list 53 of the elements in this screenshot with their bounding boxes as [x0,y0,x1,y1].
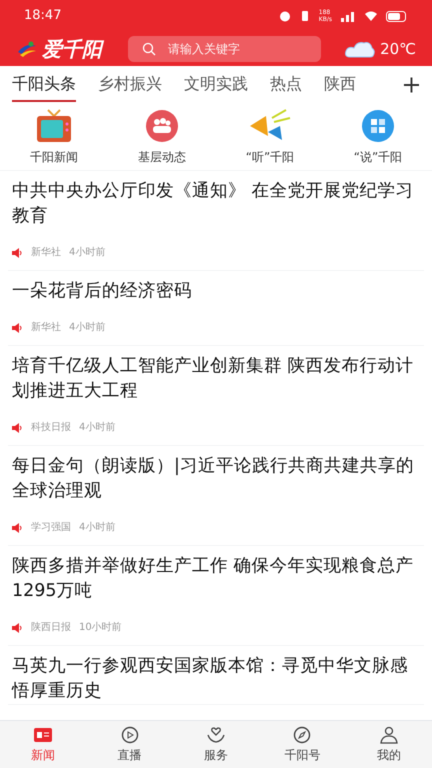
article-title[interactable]: 中共中央办公厅印发《通知》 在全党开展党纪学习教育 [12,179,420,229]
cloud-icon [344,39,376,59]
category-tab[interactable]: 陕西 [324,68,356,102]
heart-hands-icon [206,726,226,744]
wifi-icon [364,10,378,22]
speaker-icon [12,422,23,432]
article-title[interactable]: 每日金句（朗读版）|习近平论践行共商共建共享的全球治理观 [12,454,420,504]
article-source: 陕西日报 [31,620,71,635]
status-time: 18:47 [24,7,62,26]
tv-icon [34,108,74,144]
signal-icon [340,10,356,22]
logo-icon [16,40,38,58]
speaker-icon [12,622,23,632]
temperature: 20℃ [380,38,416,60]
category-tab[interactable]: 乡村振兴 [98,68,162,102]
speaker-icon [12,248,23,258]
article-time: 4小时前 [79,520,116,535]
article-source: 新华社 [31,320,61,335]
speaker-icon [12,522,23,532]
article-time: 10小时前 [79,620,122,635]
newspaper-icon [33,726,54,744]
article-source: 科技日报 [31,420,71,435]
article-time: 4小时前 [69,246,106,260]
category-tab[interactable]: 千阳头条 [12,68,76,102]
people-icon [144,108,180,144]
category-tab[interactable]: 热点 [270,68,302,102]
nav-tab[interactable]: 服务 [172,721,260,768]
article-title[interactable]: 一朵花背后的经济密码 [12,279,420,304]
person-icon [378,726,399,744]
nav-tab[interactable]: 新闻 [0,721,86,768]
add-icon[interactable] [403,76,420,94]
compass-icon [292,726,312,744]
shortcut-label[interactable]: “说”千阳 [354,148,402,166]
shortcut-label[interactable]: 千阳新闻 [30,148,78,166]
article-title[interactable]: 陕西多措并举做好生产工作 确保今年实现粮食总产1295万吨 [12,554,420,604]
article-time: 4小时前 [79,420,116,435]
shortcut-label[interactable]: “听”千阳 [246,148,294,166]
grid-icon [360,108,396,144]
speaker-icon [12,322,23,332]
battery-icon [386,10,408,22]
app-logo: 爱千阳 [42,36,102,63]
article-time: 4小时前 [69,320,106,335]
article-source: 学习强国 [31,521,71,535]
nav-tab[interactable]: 直播 [86,721,173,768]
category-tab[interactable]: 文明实践 [184,68,248,102]
shortcut-label[interactable]: 基层动态 [138,148,186,166]
article-source: 新华社 [31,246,61,260]
article-title[interactable]: 马英九一行参观西安国家版本馆：寻觅中华文脉感悟厚重历史 [12,654,420,704]
article-title[interactable]: 培育千亿级人工智能产业创新集群 陕西发布行动计划推进五大工程 [12,354,420,404]
nav-tab[interactable]: 我的 [346,721,432,768]
search-icon [142,42,156,56]
play-icon [120,726,140,744]
nav-tab[interactable]: 千阳号 [259,721,346,768]
